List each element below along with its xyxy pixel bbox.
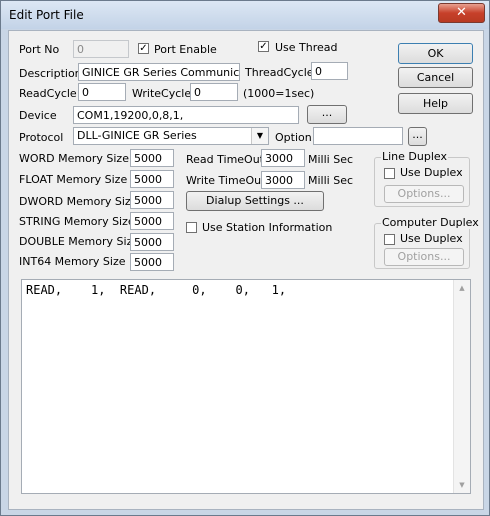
edit-port-file-window: Edit Port File ✕ Port No 0 ✓ Port Enable… [0,0,490,516]
line-duplex-group: Line Duplex Use Duplex Options... [374,150,470,207]
option-field[interactable] [313,127,403,145]
scroll-down-icon[interactable]: ▼ [454,477,470,493]
protocol-label: Protocol [19,131,64,144]
protocol-dropdown[interactable]: DLL-GINICE GR Series ▼ [73,127,269,145]
write-cycle-label: WriteCycle [132,87,192,100]
device-label: Device [19,109,57,122]
thread-cycle-label: ThreadCycle [245,66,314,79]
ok-button[interactable]: OK [398,43,473,64]
scroll-up-icon[interactable]: ▲ [454,280,470,296]
thread-cycle-field[interactable]: 0 [311,62,348,80]
use-station-info-label: Use Station Information [202,221,333,234]
line-duplex-title: Line Duplex [381,150,448,163]
read-timeout-unit: Milli Sec [308,153,354,166]
read-cycle-label: ReadCycle [19,87,77,100]
int64-memory-field[interactable]: 5000 [130,253,174,271]
port-no-label: Port No [19,43,60,56]
write-timeout-unit: Milli Sec [308,174,354,187]
string-memory-field[interactable]: 5000 [130,212,174,230]
port-enable-checkbox[interactable]: ✓ [138,43,149,54]
use-thread-label: Use Thread [275,41,338,54]
port-no-field[interactable]: 0 [73,40,129,58]
write-timeout-field[interactable]: 3000 [261,171,305,189]
use-thread-checkbox[interactable]: ✓ [258,41,269,52]
computer-duplex-checkbox-label: Use Duplex [400,232,463,245]
line-duplex-options-button[interactable]: Options... [384,185,464,203]
option-browse-button[interactable]: ... [408,127,427,146]
computer-duplex-options-button[interactable]: Options... [384,248,464,266]
protocol-selected-value: DLL-GINICE GR Series [77,129,197,142]
float-memory-field[interactable]: 5000 [130,170,174,188]
string-memory-label: STRING Memory Size [19,215,135,228]
dialog-client-area: Port No 0 ✓ Port Enable ✓ Use Thread Des… [8,30,484,510]
computer-duplex-group: Computer Duplex Use Duplex Options... [374,216,480,269]
dialup-settings-button[interactable]: Dialup Settings ... [186,191,324,211]
title-bar[interactable]: Edit Port File ✕ [1,1,489,29]
float-memory-label: FLOAT Memory Size [19,173,128,186]
chevron-down-icon[interactable]: ▼ [251,128,268,144]
option-label: Option [275,131,312,144]
port-enable-label: Port Enable [154,43,217,56]
write-cycle-field[interactable]: 0 [190,83,238,101]
help-button[interactable]: Help [398,93,473,114]
int64-memory-label: INT64 Memory Size [19,255,126,268]
memo-scrollbar[interactable]: ▲ ▼ [453,280,470,493]
use-station-info-checkbox[interactable] [186,222,197,233]
dword-memory-field[interactable]: 5000 [130,191,174,209]
computer-duplex-checkbox[interactable] [384,234,395,245]
device-browse-button[interactable]: ... [307,105,347,124]
word-memory-label: WORD Memory Size [19,152,129,165]
line-duplex-checkbox[interactable] [384,168,395,179]
line-duplex-checkbox-label: Use Duplex [400,166,462,179]
double-memory-label: DOUBLE Memory Size [19,235,140,248]
script-memo[interactable]: READ, 1, READ, 0, 0, 1, ▲ ▼ [21,279,471,494]
cancel-button[interactable]: Cancel [398,67,473,88]
write-cycle-hint: (1000=1sec) [243,87,315,100]
read-timeout-field[interactable]: 3000 [261,149,305,167]
description-label: Description [19,67,82,80]
read-timeout-label: Read TimeOut [186,153,264,166]
dword-memory-label: DWORD Memory Size [19,195,138,208]
description-field[interactable]: GINICE GR Series Communication [78,63,240,81]
close-button[interactable]: ✕ [438,3,485,23]
word-memory-field[interactable]: 5000 [130,149,174,167]
window-title: Edit Port File [9,8,84,22]
device-field[interactable]: COM1,19200,0,8,1, [73,106,299,124]
write-timeout-label: Write TimeOut [186,174,266,187]
read-cycle-field[interactable]: 0 [78,83,126,101]
computer-duplex-title: Computer Duplex [381,216,480,229]
double-memory-field[interactable]: 5000 [130,233,174,251]
memo-text: READ, 1, READ, 0, 0, 1, [26,283,287,297]
